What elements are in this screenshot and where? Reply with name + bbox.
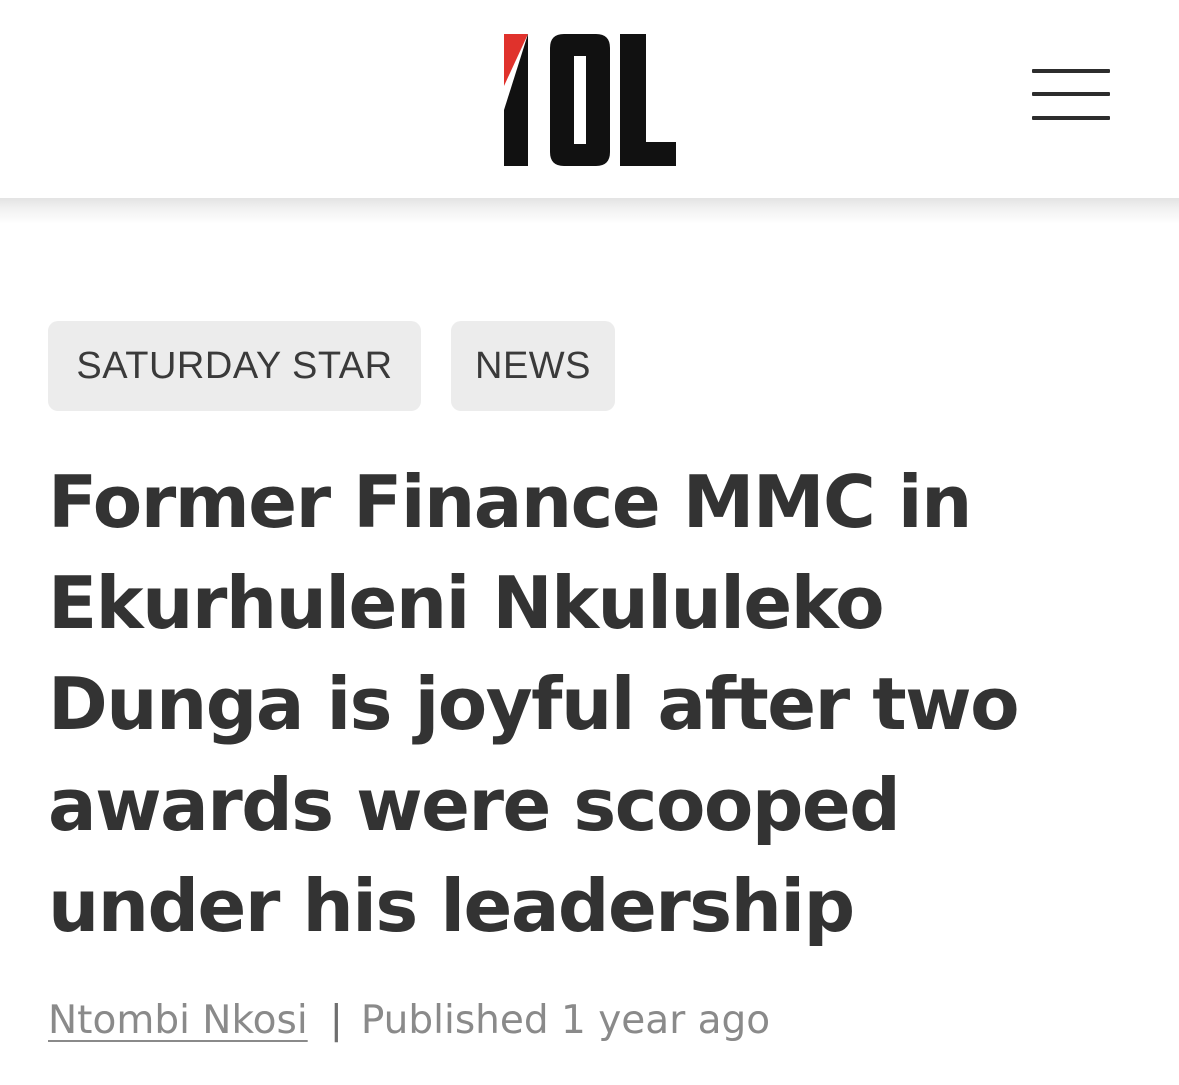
article-page: SATURDAY STAR NEWS Former Finance MMC in… <box>0 0 1179 1085</box>
hamburger-menu-icon-bar-bottom <box>1032 116 1110 120</box>
byline-separator: | <box>329 998 343 1043</box>
site-header <box>0 0 1179 198</box>
iol-logo <box>504 34 676 166</box>
logo-letter-l <box>620 34 676 166</box>
header-shadow <box>0 198 1179 224</box>
tag-news[interactable]: NEWS <box>451 321 615 411</box>
tag-saturday-star[interactable]: SATURDAY STAR <box>48 321 421 411</box>
published-date: Published 1 year ago <box>360 998 771 1043</box>
hamburger-menu-button[interactable] <box>1028 66 1112 126</box>
author-link[interactable]: Ntombi Nkosi <box>48 998 308 1043</box>
logo-letter-o <box>550 34 610 166</box>
hamburger-menu-icon-bar-top <box>1032 69 1110 73</box>
article-byline: Ntombi Nkosi | Published 1 year ago <box>48 995 770 1047</box>
hamburger-menu-icon-bar-middle <box>1032 92 1110 96</box>
article-headline: Former Finance MMC in Ekurhuleni Nkulule… <box>48 460 1020 948</box>
